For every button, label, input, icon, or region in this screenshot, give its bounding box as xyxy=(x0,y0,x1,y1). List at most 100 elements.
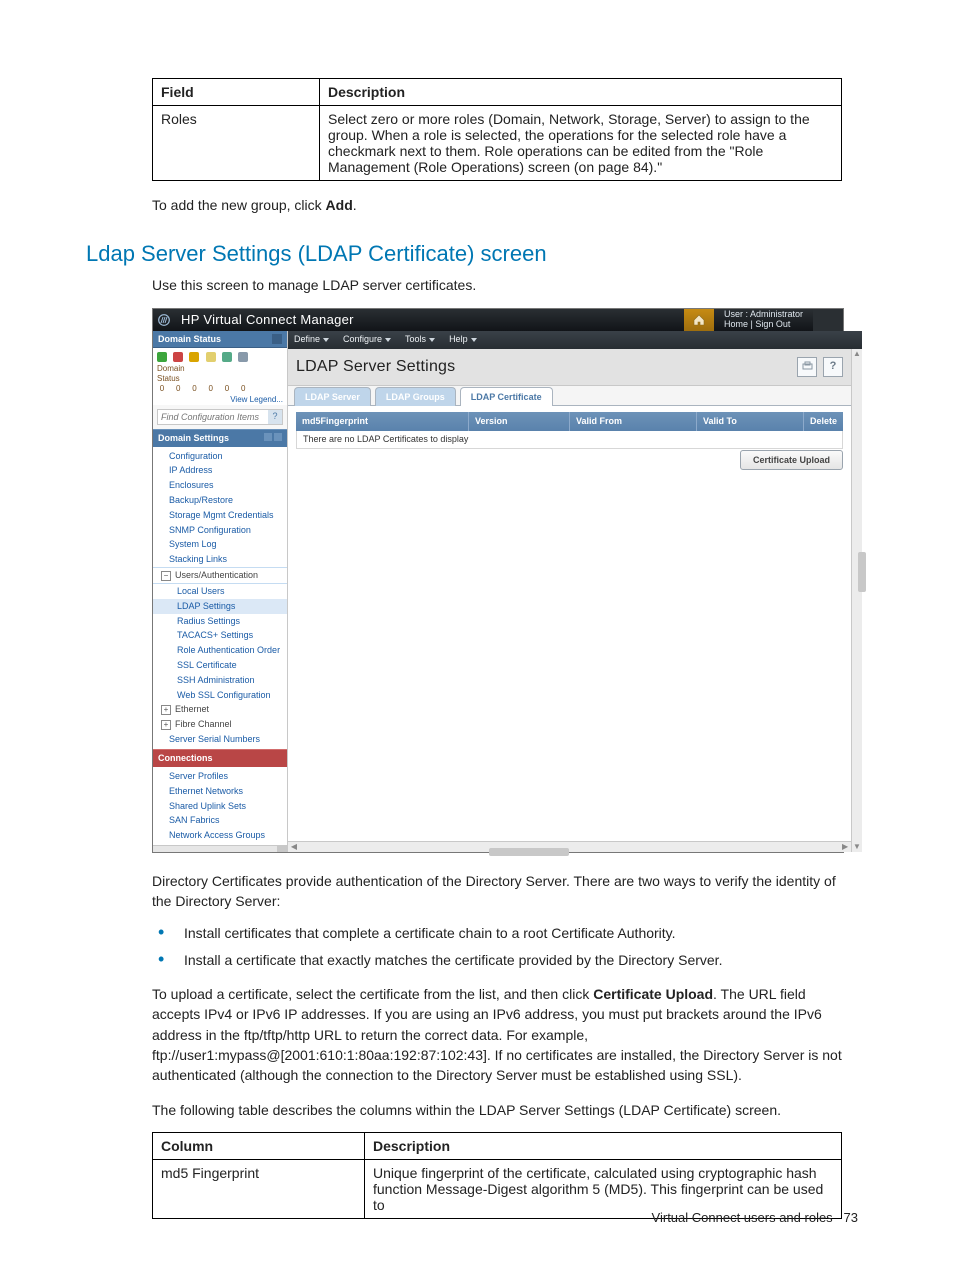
menu-help[interactable]: Help xyxy=(449,334,477,345)
user-line2[interactable]: Home | Sign Out xyxy=(724,320,803,330)
collapse-icon[interactable] xyxy=(272,334,282,344)
nav-fibre-group[interactable]: + Fibre Channel xyxy=(153,717,287,732)
menu-define-label: Define xyxy=(294,334,320,345)
page-link-84[interactable]: 84 xyxy=(633,159,649,175)
collapse-box-icon[interactable]: − xyxy=(161,571,171,581)
nav-web-ssl-config[interactable]: Web SSL Configuration xyxy=(153,688,287,703)
horizontal-scrollbar[interactable]: ◀ ▶ xyxy=(288,841,851,852)
print-icon[interactable] xyxy=(797,357,817,377)
caret-down-icon xyxy=(429,338,435,342)
col-md5[interactable]: md5Fingerprint xyxy=(296,412,469,431)
home-icon[interactable] xyxy=(684,309,714,331)
scroll-left-icon[interactable]: ◀ xyxy=(288,842,300,852)
content-area: md5Fingerprint Version Valid From Valid … xyxy=(288,406,851,841)
count-0: 0 xyxy=(157,384,167,394)
nav-scroll-down[interactable] xyxy=(153,845,287,852)
section-actions xyxy=(262,433,282,444)
roles-table: Field Description Roles Select zero or m… xyxy=(152,78,842,181)
domain-status-label: Domain Status xyxy=(158,334,221,345)
menubar: Define Configure Tools Help xyxy=(288,331,862,349)
nav-server-serial[interactable]: Server Serial Numbers xyxy=(153,732,287,747)
nav-server-profiles[interactable]: Server Profiles xyxy=(153,769,287,784)
app-title: HP Virtual Connect Manager xyxy=(181,312,354,328)
count-3: 0 xyxy=(206,384,216,394)
nav-ldap-settings[interactable]: LDAP Settings xyxy=(153,599,287,614)
domain-settings-header[interactable]: Domain Settings xyxy=(153,429,287,447)
vertical-scrollbar[interactable]: ▲ ▼ xyxy=(851,349,862,852)
expand-box-icon[interactable]: + xyxy=(161,720,171,730)
scroll-thumb[interactable] xyxy=(858,552,866,592)
nav-san-fabrics[interactable]: SAN Fabrics xyxy=(153,813,287,828)
tab-bar: LDAP Server LDAP Groups LDAP Certificate xyxy=(288,386,851,407)
status-refresh-icon[interactable] xyxy=(222,352,232,362)
col-validfrom[interactable]: Valid From xyxy=(570,412,697,431)
scroll-down-icon[interactable]: ▼ xyxy=(852,842,862,852)
scroll-thumb[interactable] xyxy=(489,848,569,856)
find-input[interactable] xyxy=(158,410,268,424)
status-icons: Domain Status 0 0 0 0 0 0 View Legend... xyxy=(153,348,287,404)
nav-ethernet-group[interactable]: +Ethernet xyxy=(153,702,287,717)
certificate-upload-button[interactable]: Certificate Upload xyxy=(740,450,843,470)
nav-storage-credentials[interactable]: Storage Mgmt Credentials xyxy=(153,508,287,523)
caret-down-icon xyxy=(385,338,391,342)
connections-tree: Server Profiles Ethernet Networks Shared… xyxy=(153,767,287,845)
nav-users-auth-group[interactable]: −Users/Authentication xyxy=(153,567,287,584)
tab-ldap-certificate[interactable]: LDAP Certificate xyxy=(460,387,553,407)
nav-scroll-handle-icon[interactable] xyxy=(277,846,287,852)
nav-system-log[interactable]: System Log xyxy=(153,537,287,552)
app-screenshot: HP Virtual Connect Manager User : Admini… xyxy=(152,308,844,853)
count-1: 0 xyxy=(173,384,183,394)
nav-ip-address[interactable]: IP Address xyxy=(153,463,287,478)
col-delete[interactable]: Delete xyxy=(804,412,843,431)
bullet-1: Install certificates that complete a cer… xyxy=(152,923,842,943)
nav-stacking-links[interactable]: Stacking Links xyxy=(153,552,287,567)
cert-empty-row: There are no LDAP Certificates to displa… xyxy=(296,431,843,449)
tab-ldap-server[interactable]: LDAP Server xyxy=(294,387,371,407)
upload-bold: Certificate Upload xyxy=(593,986,713,1002)
nav-radius-settings[interactable]: Radius Settings xyxy=(153,614,287,629)
nav-shared-uplink-sets[interactable]: Shared Uplink Sets xyxy=(153,799,287,814)
roles-row: Roles Select zero or more roles (Domain,… xyxy=(153,106,842,181)
status-ok-icon[interactable] xyxy=(157,352,167,362)
status-degraded-icon[interactable] xyxy=(206,352,216,362)
col-validto[interactable]: Valid To xyxy=(697,412,804,431)
menu-define[interactable]: Define xyxy=(294,334,329,345)
main-panel: Define Configure Tools Help LDAP Server … xyxy=(288,331,862,852)
nav-snmp[interactable]: SNMP Configuration xyxy=(153,523,287,538)
nav-tacacs-settings[interactable]: TACACS+ Settings xyxy=(153,628,287,643)
table-intro: The following table describes the column… xyxy=(152,1100,842,1120)
status-critical-icon[interactable] xyxy=(173,352,183,362)
nav-enclosures[interactable]: Enclosures xyxy=(153,478,287,493)
add-group-pre: To add the new group, click xyxy=(152,197,326,213)
title-help-icon[interactable] xyxy=(813,309,843,331)
nav-backup-restore[interactable]: Backup/Restore xyxy=(153,493,287,508)
count-2: 0 xyxy=(189,384,199,394)
fibre-label: Fibre Channel xyxy=(175,719,232,729)
panel-title-row: LDAP Server Settings ? xyxy=(288,349,851,386)
scroll-right-icon[interactable]: ▶ xyxy=(839,842,851,852)
domain-status-header[interactable]: Domain Status xyxy=(153,331,287,349)
nav-ethernet-networks[interactable]: Ethernet Networks xyxy=(153,784,287,799)
domain-status-text: Domain Status xyxy=(157,364,167,383)
scroll-up-icon[interactable]: ▲ xyxy=(852,349,862,359)
connections-header[interactable]: Connections xyxy=(153,749,287,767)
expand-box-icon[interactable]: + xyxy=(161,705,171,715)
col-version[interactable]: Version xyxy=(469,412,570,431)
nav-configuration[interactable]: Configuration xyxy=(153,449,287,464)
nav-local-users[interactable]: Local Users xyxy=(153,584,287,599)
menu-tools[interactable]: Tools xyxy=(405,334,435,345)
view-legend-link[interactable]: View Legend... xyxy=(157,395,283,405)
menu-configure[interactable]: Configure xyxy=(343,334,391,345)
nav-network-access-groups[interactable]: Network Access Groups xyxy=(153,828,287,843)
nav-ssh-administration[interactable]: SSH Administration xyxy=(153,673,287,688)
footer-text: Virtual Connect users and roles xyxy=(652,1210,833,1225)
nav-role-auth-order[interactable]: Role Authentication Order xyxy=(153,643,287,658)
find-go-icon[interactable]: ? xyxy=(268,410,282,424)
status-warning-icon[interactable] xyxy=(189,352,199,362)
status-other-icon[interactable] xyxy=(238,352,248,362)
tab-ldap-groups[interactable]: LDAP Groups xyxy=(375,387,456,407)
help-icon[interactable]: ? xyxy=(823,357,843,377)
nav-ssl-certificate[interactable]: SSL Certificate xyxy=(153,658,287,673)
menu-tools-label: Tools xyxy=(405,334,426,345)
page-footer: Virtual Connect users and roles 73 xyxy=(652,1210,858,1225)
